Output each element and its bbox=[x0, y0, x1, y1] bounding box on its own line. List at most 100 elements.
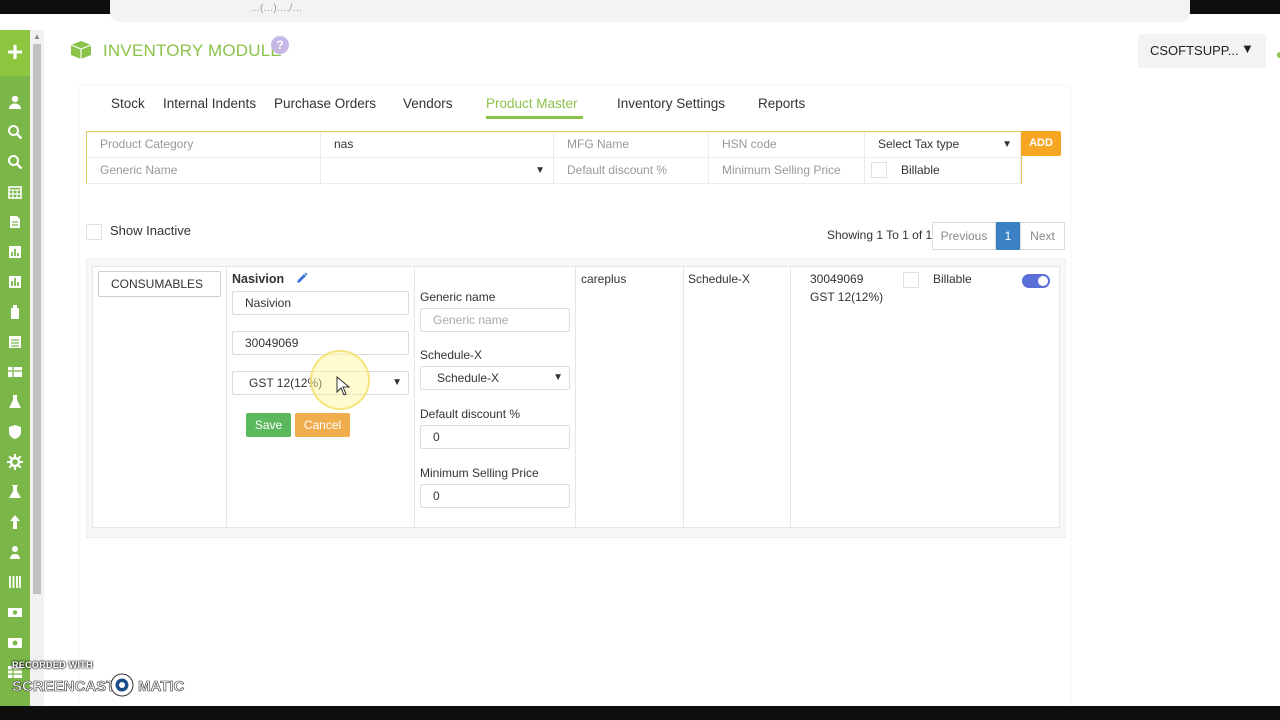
flask-icon[interactable] bbox=[7, 394, 23, 410]
tax-type-select[interactable]: Select Tax type ▼ bbox=[865, 132, 1021, 158]
default-discount-input[interactable]: 0 bbox=[420, 425, 570, 449]
help-icon[interactable]: ? bbox=[271, 36, 289, 54]
cancel-button[interactable]: Cancel bbox=[295, 413, 350, 437]
svg-text:SCREENCAST: SCREENCAST bbox=[12, 678, 115, 695]
column-divider bbox=[414, 266, 415, 528]
search-icon[interactable] bbox=[7, 124, 23, 140]
hsn-code-field[interactable]: HSN code bbox=[709, 132, 865, 158]
tab-inventory-settings[interactable]: Inventory Settings bbox=[617, 96, 725, 111]
scroll-up-icon[interactable]: ▲ bbox=[33, 32, 41, 41]
camera-icon[interactable] bbox=[7, 634, 23, 650]
page-1-button[interactable]: 1 bbox=[996, 222, 1020, 250]
hsn-code-cell: 30049069 bbox=[810, 272, 864, 286]
page-scrollbar[interactable]: ▲ bbox=[30, 30, 44, 706]
chart-icon[interactable] bbox=[7, 274, 23, 290]
pagination-summary: Showing 1 To 1 of 1 bbox=[827, 228, 933, 242]
product-name-field[interactable]: nas bbox=[321, 132, 554, 158]
page-header: INVENTORY MODULE ? CSOFTSUPP... ▼ bbox=[44, 22, 1280, 82]
left-sidebar: + bbox=[0, 30, 30, 706]
mfg-name-cell: careplus bbox=[581, 272, 627, 286]
column-divider bbox=[790, 266, 791, 528]
billable-option[interactable]: Billable bbox=[865, 158, 1021, 184]
chevron-down-icon: ▼ bbox=[392, 377, 402, 388]
grid-icon[interactable] bbox=[7, 574, 23, 590]
bottle-icon[interactable] bbox=[7, 304, 23, 320]
product-name-input[interactable]: Nasivion bbox=[232, 291, 409, 315]
tab-purchase-orders[interactable]: Purchase Orders bbox=[274, 96, 376, 111]
generic-name-input[interactable]: Generic name bbox=[420, 308, 570, 332]
column-divider bbox=[575, 266, 576, 528]
caret-down-icon: ▼ bbox=[1241, 41, 1254, 56]
calendar-icon[interactable] bbox=[7, 184, 23, 200]
schedule-label: Schedule-X bbox=[420, 348, 483, 362]
chevron-down-icon: ▼ bbox=[1002, 139, 1012, 150]
browser-url-strip[interactable]: …(…)…,/… bbox=[110, 0, 1190, 22]
min-selling-price-input[interactable]: 0 bbox=[420, 484, 570, 508]
pencil-icon[interactable] bbox=[295, 271, 309, 285]
product-name-heading: Nasivion bbox=[232, 272, 285, 286]
watermark-recorded-with: RECORDED WITH bbox=[12, 660, 93, 670]
screen-bottom-bar bbox=[0, 706, 1280, 720]
active-toggle[interactable] bbox=[1022, 274, 1050, 288]
hsn-code-input[interactable]: 30049069 bbox=[232, 331, 409, 355]
billable-checkbox[interactable] bbox=[871, 162, 887, 178]
arrow-up-icon[interactable] bbox=[7, 514, 23, 530]
min-selling-price-label: Minimum Selling Price bbox=[420, 466, 539, 480]
url-text: …(…)…,/… bbox=[250, 3, 303, 14]
document-icon[interactable] bbox=[7, 214, 23, 230]
active-tab-indicator bbox=[486, 116, 583, 119]
show-inactive-label: Show Inactive bbox=[110, 223, 191, 238]
tax-cell: GST 12(12%) bbox=[810, 290, 884, 304]
billable-label: Billable bbox=[933, 272, 972, 286]
schedule-select[interactable]: ▼ bbox=[321, 158, 554, 184]
tab-reports[interactable]: Reports bbox=[758, 96, 805, 111]
scrollbar-thumb[interactable] bbox=[33, 44, 41, 594]
refresh-icon[interactable]: ◖ bbox=[1274, 46, 1280, 62]
schedule-cell: Schedule-X bbox=[688, 272, 751, 286]
add-button[interactable]: ADD bbox=[1021, 131, 1061, 156]
column-divider bbox=[226, 266, 227, 528]
category-input[interactable]: CONSUMABLES bbox=[98, 271, 221, 297]
user-icon[interactable] bbox=[7, 94, 23, 110]
svg-text:MATIC: MATIC bbox=[138, 678, 185, 695]
product-category-field[interactable]: Product Category bbox=[87, 132, 321, 158]
chevron-down-icon: ▼ bbox=[553, 372, 563, 383]
tab-internal-indents[interactable]: Internal Indents bbox=[163, 96, 256, 111]
list-icon[interactable] bbox=[7, 334, 23, 350]
show-inactive-checkbox[interactable] bbox=[86, 224, 102, 240]
shield-icon[interactable] bbox=[7, 424, 23, 440]
beaker-icon[interactable] bbox=[7, 484, 23, 500]
tab-product-master[interactable]: Product Master bbox=[486, 96, 578, 111]
schedule-select-value: Schedule-X bbox=[437, 371, 500, 385]
billable-label: Billable bbox=[901, 163, 940, 177]
billable-checkbox[interactable] bbox=[903, 272, 919, 288]
table-icon[interactable] bbox=[7, 364, 23, 380]
next-page-button[interactable]: Next bbox=[1020, 222, 1065, 250]
screen: …(…)…,/… + ▲ INVENTORY MODULE ? CSOFTSUP… bbox=[0, 0, 1280, 720]
tab-stock[interactable]: Stock bbox=[111, 96, 145, 111]
person-icon[interactable] bbox=[7, 544, 23, 560]
tab-vendors[interactable]: Vendors bbox=[403, 96, 453, 111]
mfg-name-field[interactable]: MFG Name bbox=[554, 132, 709, 158]
box-icon bbox=[70, 40, 92, 60]
add-new-button[interactable]: + bbox=[0, 30, 30, 76]
tax-type-value: Select Tax type bbox=[878, 137, 960, 151]
chart-icon[interactable] bbox=[7, 244, 23, 260]
save-button[interactable]: Save bbox=[246, 413, 291, 437]
money-icon[interactable] bbox=[7, 604, 23, 620]
column-divider bbox=[683, 266, 684, 528]
user-menu[interactable]: CSOFTSUPP... ▼ bbox=[1138, 34, 1266, 68]
generic-name-label: Generic name bbox=[420, 290, 496, 304]
min-selling-price-field[interactable]: Minimum Selling Price bbox=[709, 158, 865, 184]
search-icon[interactable] bbox=[7, 154, 23, 170]
mouse-cursor-icon bbox=[336, 375, 351, 396]
schedule-select[interactable]: Schedule-X ▼ bbox=[420, 366, 570, 390]
default-discount-label: Default discount % bbox=[420, 407, 521, 421]
default-discount-field[interactable]: Default discount % bbox=[554, 158, 709, 184]
user-name: CSOFTSUPP... bbox=[1150, 43, 1239, 58]
screencast-o-matic-logo: SCREENCAST MATIC bbox=[12, 672, 202, 700]
generic-name-field[interactable]: Generic Name bbox=[87, 158, 321, 184]
gear-icon[interactable] bbox=[7, 454, 23, 470]
chevron-down-icon: ▼ bbox=[535, 165, 545, 176]
previous-page-button[interactable]: Previous bbox=[932, 222, 996, 250]
